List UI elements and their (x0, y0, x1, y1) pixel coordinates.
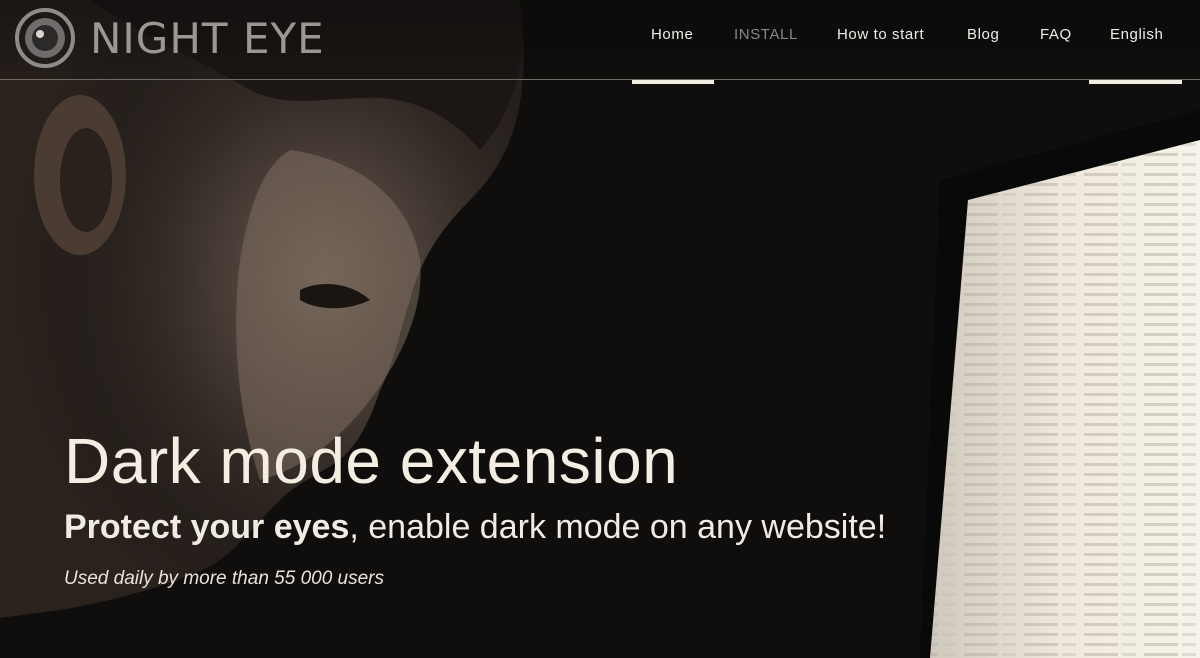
hero-sub-rest: , enable dark mode on any website! (349, 508, 887, 546)
nav-language-active-indicator (1089, 80, 1182, 84)
hero-sub-bold: Protect your eyes (64, 508, 350, 546)
hero-background-image (0, 0, 1200, 658)
brand-name: NIGHT EYE (90, 13, 325, 63)
nav-blog[interactable]: Blog (967, 26, 999, 43)
hero-tagline: Used daily by more than 55 000 users (64, 568, 385, 589)
site-header: NIGHT EYE Home INSTALL How to start Blog… (0, 0, 1200, 84)
nav-faq[interactable]: FAQ (1040, 26, 1072, 43)
site-logo[interactable]: NIGHT EYE (14, 6, 325, 70)
nav-home-active-indicator (632, 80, 714, 84)
nav-install[interactable]: INSTALL (734, 26, 798, 43)
nav-home[interactable]: Home (651, 26, 693, 43)
eye-icon (15, 8, 75, 68)
nav-language[interactable]: English (1110, 26, 1163, 43)
man-at-monitor-illustration (0, 0, 1200, 658)
nav-how-to-start[interactable]: How to start (837, 26, 924, 43)
hero-headline: Dark mode extension (64, 425, 679, 497)
hero-subheadline: Protect your eyes, enable dark mode on a… (64, 508, 886, 547)
